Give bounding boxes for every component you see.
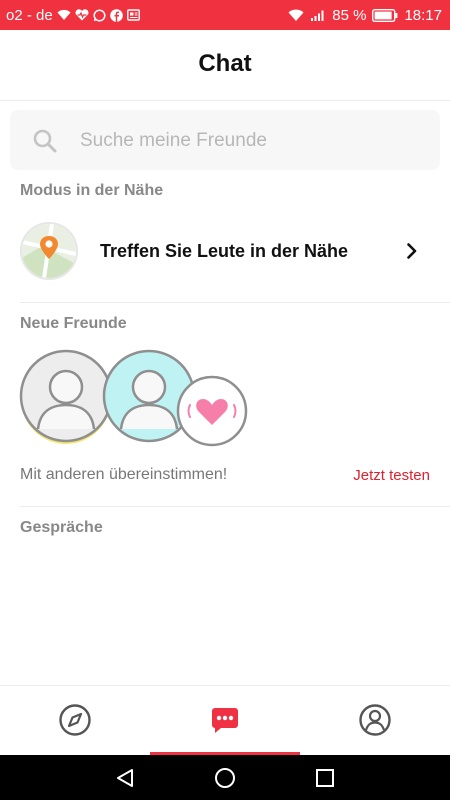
- status-bar-right: 85 % 18:17: [288, 0, 442, 30]
- wifi-icon: [57, 9, 71, 21]
- bottom-nav: [0, 685, 450, 756]
- cell-signal-icon: [310, 9, 326, 22]
- header: Chat: [0, 30, 450, 101]
- nearby-section-label: Modus in der Nähe: [20, 182, 164, 199]
- wifi-signal-icon: [288, 9, 304, 22]
- new-friends-avatars[interactable]: [18, 349, 258, 449]
- compass-icon: [58, 703, 92, 742]
- status-bar-left: o2 - de: [6, 0, 140, 30]
- nearby-item-label: Treffen Sie Leute in der Nähe: [100, 241, 349, 261]
- search-bar[interactable]: [10, 110, 440, 170]
- facebook-icon: [109, 8, 123, 22]
- back-icon[interactable]: [113, 766, 137, 790]
- heart-monitor-icon: [75, 9, 89, 21]
- nav-profile[interactable]: [355, 702, 395, 742]
- divider: [20, 302, 450, 303]
- new-friends-section-label: Neue Freunde: [20, 315, 127, 332]
- divider: [20, 506, 450, 507]
- search-icon: [32, 128, 58, 159]
- news-icon: [126, 9, 140, 21]
- avatar: [19, 349, 113, 444]
- carrier-label: o2 - de: [6, 6, 53, 24]
- conversations-section-label: Gespräche: [20, 519, 103, 536]
- map-pin-icon: [20, 222, 78, 280]
- heart-icon: [176, 375, 248, 447]
- home-icon[interactable]: [213, 766, 237, 790]
- try-now-link[interactable]: Jetzt testen: [353, 467, 430, 484]
- page-title: Chat: [198, 50, 252, 77]
- match-text: Mit anderen übereinstimmen!: [20, 466, 228, 483]
- battery-icon: [372, 8, 398, 22]
- system-nav-bar: [0, 755, 450, 800]
- nav-chat[interactable]: [205, 702, 245, 742]
- status-bar: o2 - de 85 % 18:17: [0, 0, 450, 30]
- recents-icon[interactable]: [313, 766, 337, 790]
- profile-icon: [358, 703, 392, 742]
- chevron-right-icon: [406, 242, 418, 265]
- battery-percent: 85 %: [332, 6, 367, 24]
- search-input[interactable]: [78, 122, 422, 160]
- nearby-mode-item[interactable]: Treffen Sie Leute in der Nähe: [0, 215, 450, 289]
- nav-discover[interactable]: [55, 702, 95, 742]
- clock: 18:17: [404, 6, 442, 24]
- whatsapp-icon: [93, 8, 106, 22]
- chat-icon: [210, 705, 240, 740]
